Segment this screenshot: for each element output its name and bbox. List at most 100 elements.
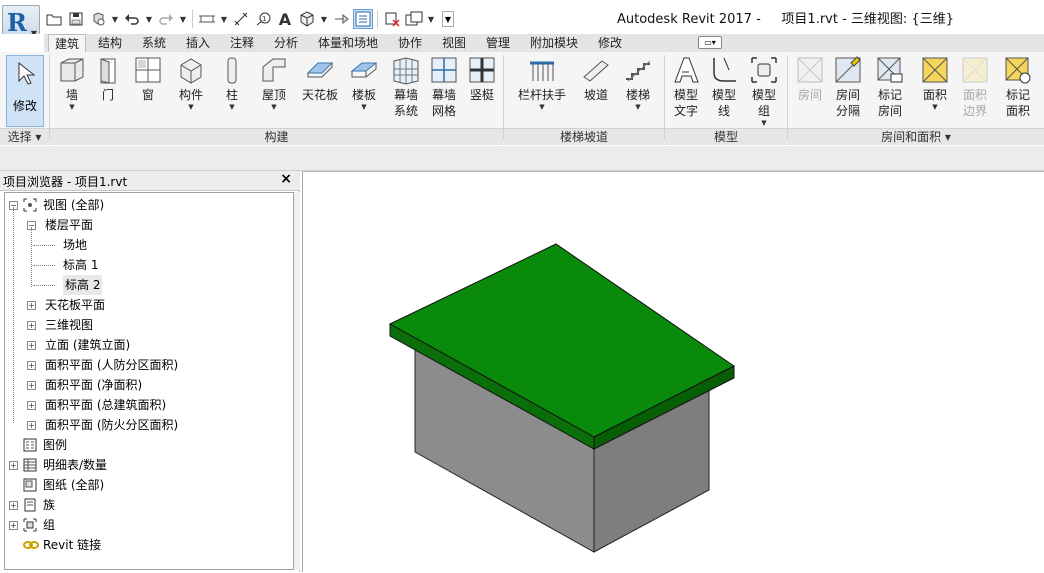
model-group-button[interactable]: 模型 组 ▼: [746, 55, 782, 127]
sync-icon[interactable]: [88, 9, 108, 29]
redo-icon[interactable]: [156, 9, 176, 29]
expand-toggle[interactable]: +: [9, 461, 18, 470]
expand-toggle[interactable]: +: [27, 341, 36, 350]
tab-analyze[interactable]: 分析: [274, 34, 298, 52]
close-hidden-windows-icon[interactable]: [382, 9, 402, 29]
expand-toggle[interactable]: +: [27, 421, 36, 430]
panel-room-area[interactable]: 房间和面积 ▾: [788, 128, 1044, 145]
room-button[interactable]: 房间: [792, 55, 828, 103]
expand-toggle[interactable]: +: [9, 521, 18, 530]
component-button[interactable]: 构件 ▼: [172, 55, 210, 111]
tab-insert[interactable]: 插入: [186, 34, 210, 52]
expand-toggle[interactable]: +: [27, 361, 36, 370]
chevron-down-icon[interactable]: ▼: [426, 9, 436, 29]
model-line-button[interactable]: 模型 线: [706, 55, 742, 119]
expand-toggle[interactable]: +: [27, 301, 36, 310]
curtain-system-button[interactable]: 幕墙 系统: [388, 55, 424, 119]
tree-item[interactable]: 天花板平面: [45, 295, 105, 315]
chevron-down-icon[interactable]: ▼: [178, 9, 188, 29]
room-separator-button[interactable]: 房间 分隔: [830, 55, 866, 119]
tab-manage[interactable]: 管理: [486, 34, 510, 52]
mullion-button[interactable]: 竖梃: [464, 55, 500, 103]
tag-by-category-icon[interactable]: 1: [253, 9, 273, 29]
thin-lines-icon[interactable]: [353, 9, 373, 29]
expand-toggle[interactable]: +: [27, 381, 36, 390]
floor-button[interactable]: 楼板 ▼: [346, 55, 382, 111]
tree-item[interactable]: 组: [43, 515, 55, 535]
tree-item[interactable]: Revit 链接: [43, 535, 101, 555]
chevron-down-icon[interactable]: ▼: [216, 103, 248, 111]
panel-select[interactable]: 选择 ▾: [0, 128, 49, 145]
chevron-down-icon[interactable]: ▼: [346, 103, 382, 111]
chevron-down-icon[interactable]: ▼: [746, 119, 782, 127]
tree-item[interactable]: 图纸 (全部): [43, 475, 104, 495]
tree-item[interactable]: 面积平面 (人防分区面积): [45, 355, 178, 375]
tree-item[interactable]: 场地: [63, 235, 87, 255]
tree-item[interactable]: 面积平面 (净面积): [45, 375, 142, 395]
tag-area-button[interactable]: 标记 面积: [998, 55, 1038, 119]
3d-view-icon[interactable]: [297, 9, 317, 29]
window-button[interactable]: 窗: [130, 55, 166, 103]
expand-toggle[interactable]: +: [9, 501, 18, 510]
area-boundary-button[interactable]: 面积 边界: [956, 55, 994, 119]
tree-item[interactable]: 标高 1: [63, 255, 98, 275]
ramp-button[interactable]: 坡道: [578, 55, 614, 103]
text-icon[interactable]: A: [275, 9, 295, 29]
model-text-button[interactable]: 模型 文字: [668, 55, 704, 119]
tag-room-button[interactable]: 标记 房间: [870, 55, 910, 119]
browser-scrollbar[interactable]: [294, 192, 300, 570]
tab-collaborate[interactable]: 协作: [398, 34, 422, 52]
3d-view-canvas[interactable]: [302, 171, 1044, 572]
tree-item[interactable]: 三维视图: [45, 315, 93, 335]
undo-icon[interactable]: [122, 9, 142, 29]
tab-architecture[interactable]: 建筑: [48, 34, 87, 53]
chevron-down-icon[interactable]: ▼: [110, 9, 120, 29]
chevron-down-icon[interactable]: ▼: [172, 103, 210, 111]
tab-structure[interactable]: 结构: [98, 34, 122, 52]
ceiling-button[interactable]: 天花板: [298, 55, 342, 103]
roof-button[interactable]: 屋顶 ▼: [256, 55, 292, 111]
chevron-down-icon[interactable]: ▼: [620, 103, 656, 111]
tree-item[interactable]: 面积平面 (总建筑面积): [45, 395, 166, 415]
close-icon[interactable]: ×: [280, 171, 292, 187]
expand-toggle[interactable]: +: [27, 401, 36, 410]
open-icon[interactable]: [44, 9, 64, 29]
wall-button[interactable]: 墙 ▼: [54, 55, 90, 111]
area-button[interactable]: 面积 ▼: [916, 55, 954, 111]
chevron-down-icon[interactable]: ▼: [144, 9, 154, 29]
tree-item[interactable]: 图例: [43, 435, 67, 455]
customize-toolbar-button[interactable]: ▼: [442, 11, 454, 27]
ribbon-minimize-button[interactable]: ▭▾: [698, 36, 722, 49]
tree-item[interactable]: 立面 (建筑立面): [45, 335, 130, 355]
chevron-down-icon[interactable]: ▼: [54, 103, 90, 111]
section-icon[interactable]: [331, 9, 351, 29]
chevron-down-icon[interactable]: ▼: [514, 103, 570, 111]
curtain-grid-button[interactable]: 幕墙 网格: [426, 55, 462, 119]
door-button[interactable]: 门: [92, 55, 124, 103]
chevron-down-icon[interactable]: ▼: [916, 103, 954, 111]
tab-modify[interactable]: 修改: [598, 34, 622, 52]
tab-annotate[interactable]: 注释: [230, 34, 254, 52]
modify-button[interactable]: 修改: [6, 55, 44, 127]
stair-button[interactable]: 楼梯 ▼: [620, 55, 656, 111]
railing-button[interactable]: 栏杆扶手 ▼: [514, 55, 570, 111]
tree-item[interactable]: 标高 2: [63, 275, 103, 295]
chevron-down-icon[interactable]: ▼: [256, 103, 292, 111]
tab-add-ins[interactable]: 附加模块: [530, 34, 578, 52]
tree-item[interactable]: 面积平面 (防火分区面积): [45, 415, 178, 435]
expand-toggle[interactable]: +: [27, 321, 36, 330]
chevron-down-icon[interactable]: ▼: [219, 9, 229, 29]
chevron-down-icon[interactable]: ▼: [319, 9, 329, 29]
measure-icon[interactable]: [197, 9, 217, 29]
aligned-dimension-icon[interactable]: [231, 9, 251, 29]
tab-view[interactable]: 视图: [442, 34, 466, 52]
tree-item[interactable]: 族: [43, 495, 55, 515]
column-button[interactable]: 柱 ▼: [216, 55, 248, 111]
tab-massing-site[interactable]: 体量和场地: [318, 34, 378, 52]
switch-windows-icon[interactable]: [404, 9, 424, 29]
save-icon[interactable]: [66, 9, 86, 29]
tree-item[interactable]: 明细表/数量: [43, 455, 107, 475]
tab-systems[interactable]: 系统: [142, 34, 166, 52]
tree-item[interactable]: 视图 (全部): [43, 195, 104, 215]
tree-item[interactable]: 楼层平面: [45, 215, 93, 235]
